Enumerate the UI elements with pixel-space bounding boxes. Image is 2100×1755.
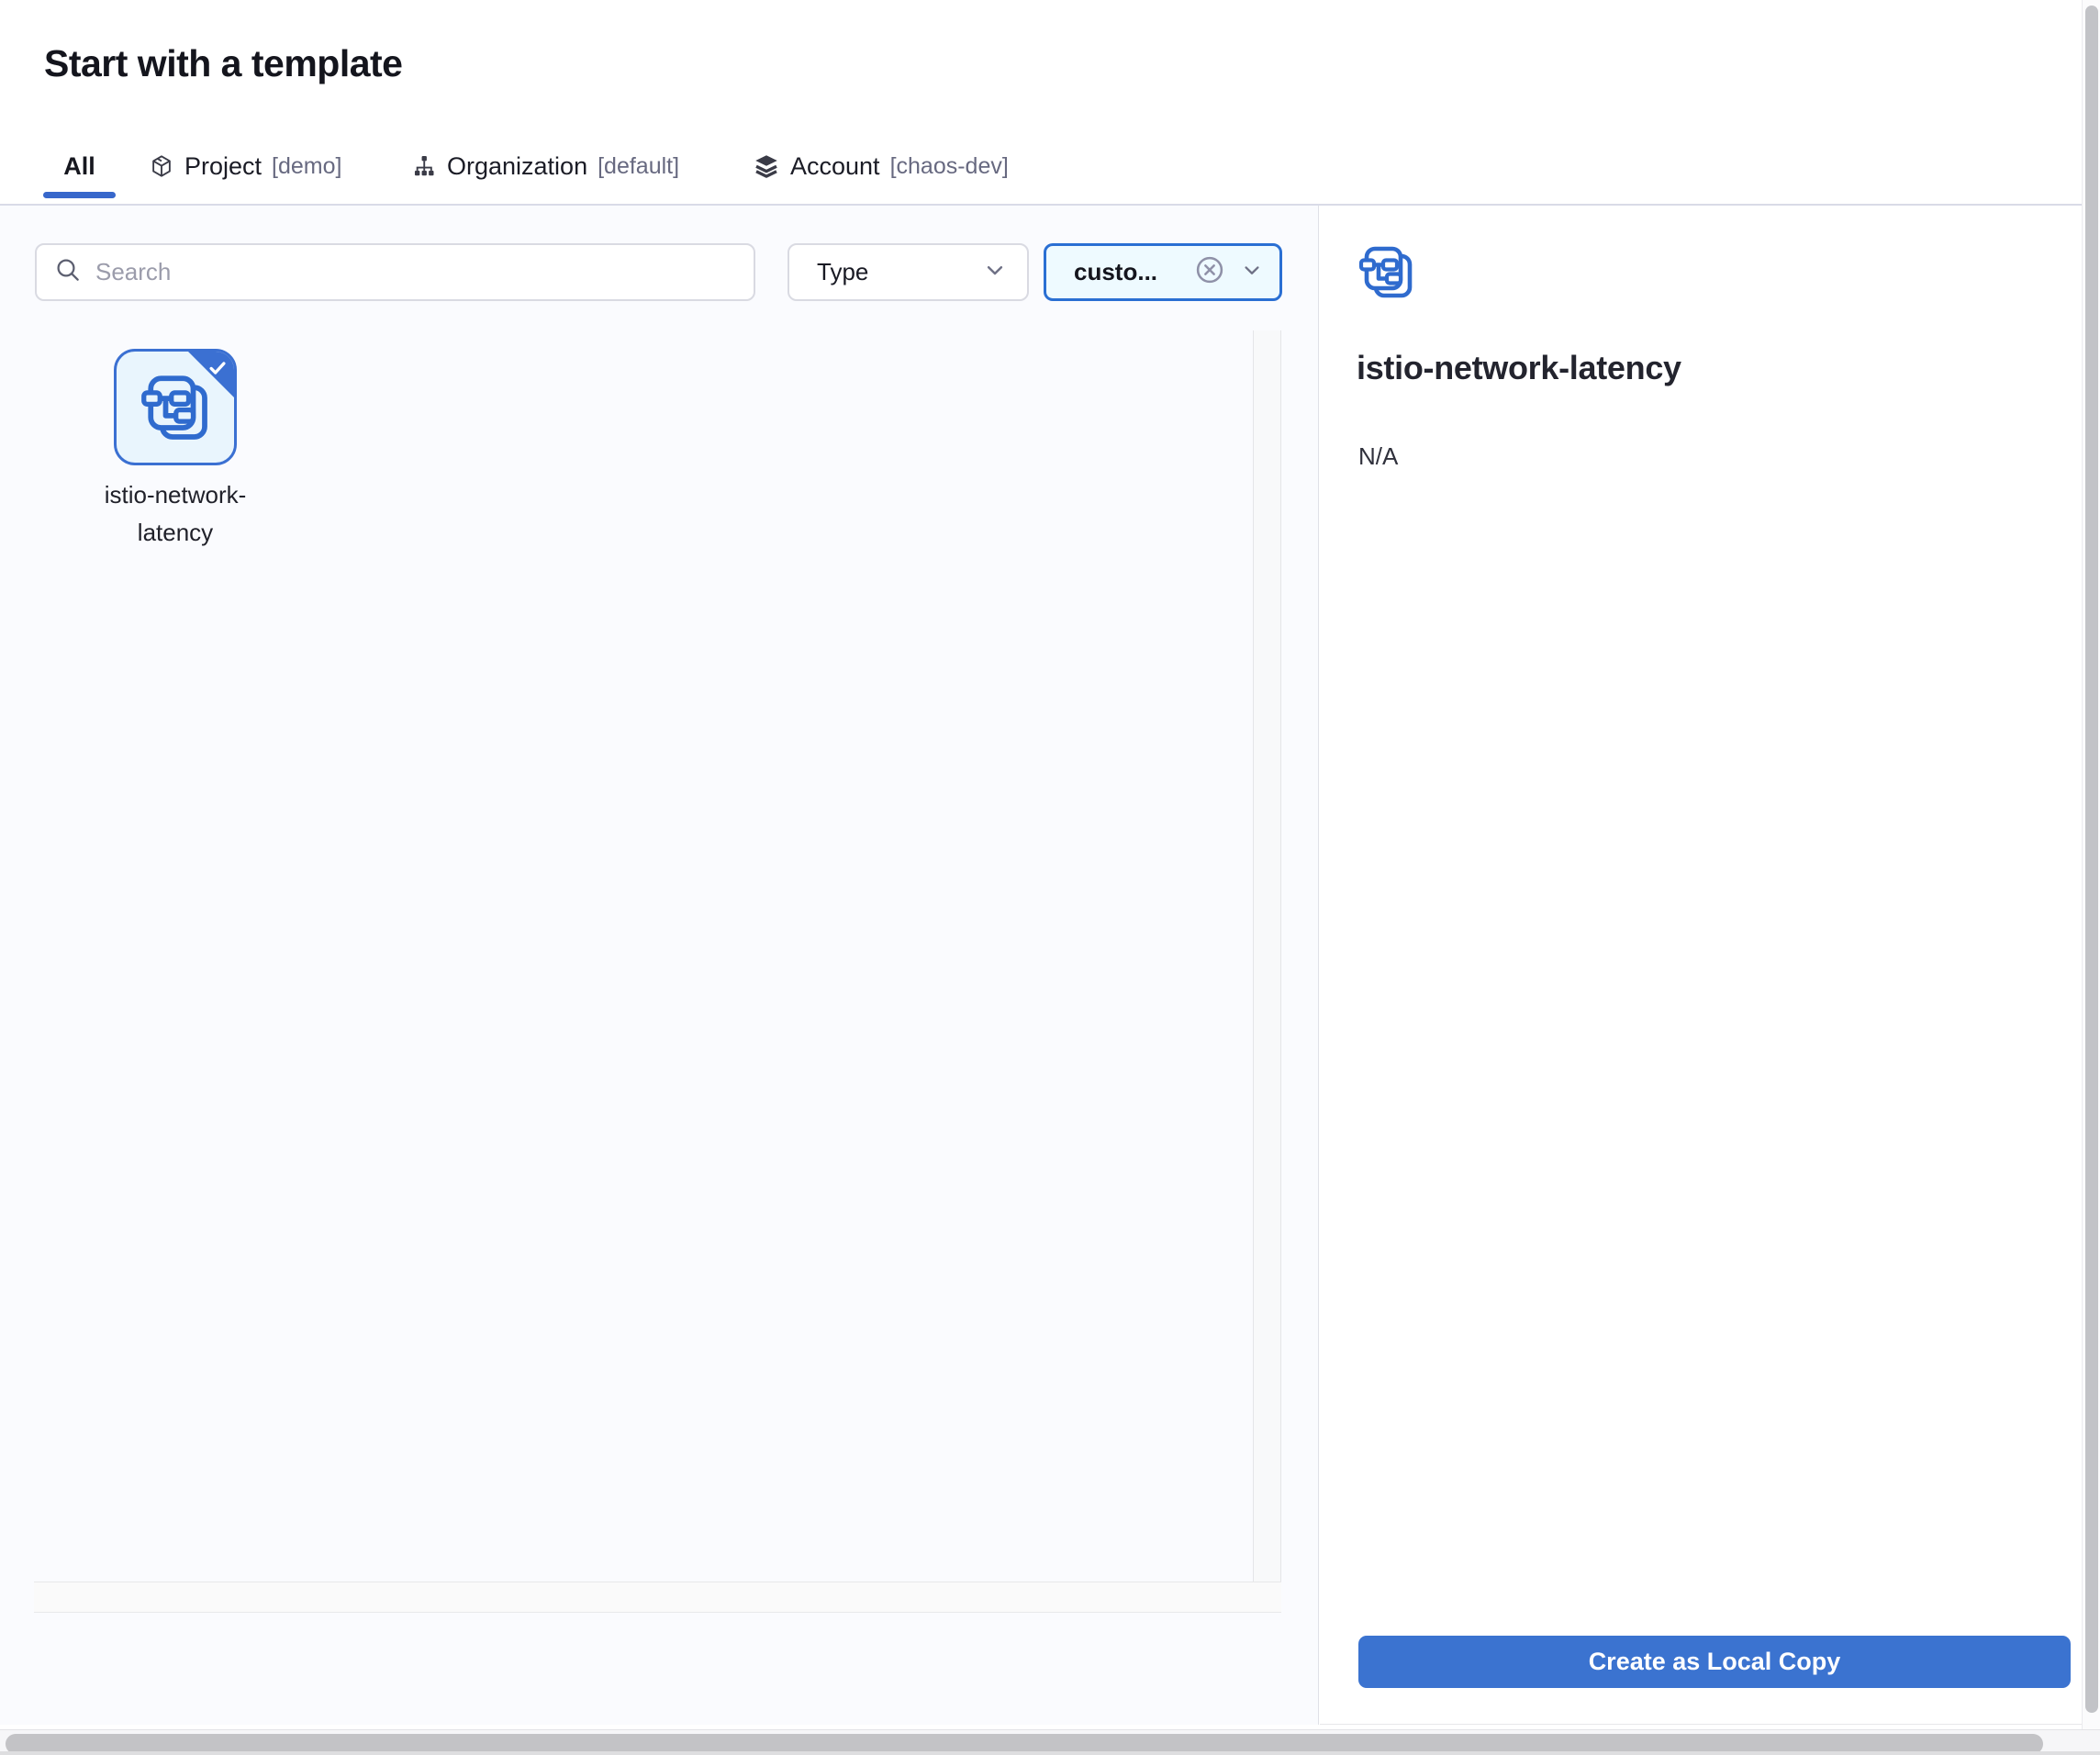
tab-all[interactable]: All	[43, 140, 116, 193]
template-grid-scrollbar-track[interactable]	[1253, 330, 1281, 1582]
template-card-label: istio-network-latency	[81, 476, 270, 552]
template-details-title: istio-network-latency	[1357, 349, 1681, 387]
tab-account-label: Account	[790, 152, 880, 181]
search-input[interactable]	[95, 258, 737, 286]
vertical-scrollbar-thumb[interactable]	[2085, 6, 2098, 1713]
tab-all-label: All	[63, 152, 95, 181]
tab-project[interactable]: Project [demo]	[149, 140, 341, 193]
tab-project-scope: [demo]	[272, 153, 341, 180]
tab-organization-label: Organization	[447, 152, 587, 181]
chevron-down-icon	[981, 256, 1009, 288]
tab-organization[interactable]: Organization [default]	[411, 140, 679, 193]
template-browser-panel: Type custo...	[0, 206, 1319, 1725]
search-icon	[53, 255, 83, 289]
active-tab-indicator	[43, 192, 116, 198]
window-bottom-edge	[0, 1751, 2100, 1755]
type-filter-label: Type	[817, 258, 981, 286]
checkmark-icon	[207, 358, 228, 383]
search-field[interactable]	[35, 243, 755, 301]
tab-organization-scope: [default]	[598, 153, 679, 180]
template-card-istio-network-latency[interactable]	[114, 349, 237, 465]
template-icon	[1358, 244, 1417, 307]
tab-project-label: Project	[184, 152, 262, 181]
tab-account-scope: [chaos-dev]	[890, 153, 1009, 180]
clear-filter-icon[interactable]	[1193, 253, 1226, 291]
tab-account[interactable]: Account [chaos-dev]	[753, 140, 1009, 193]
cube-icon	[149, 153, 174, 179]
hierarchy-icon	[411, 153, 437, 179]
type-filter-dropdown[interactable]: Type	[788, 243, 1029, 301]
create-as-local-copy-button[interactable]: Create as Local Copy	[1358, 1636, 2071, 1688]
layers-icon	[753, 152, 780, 180]
template-grid-footer	[34, 1582, 1281, 1613]
chevron-down-icon	[1239, 257, 1265, 287]
active-filter-label: custo...	[1074, 258, 1193, 286]
template-details-panel: istio-network-latency N/A Create as Loca…	[1320, 206, 2082, 1725]
template-details-description: N/A	[1358, 442, 1398, 471]
active-filter-dropdown[interactable]: custo...	[1044, 243, 1282, 301]
page-title: Start with a template	[44, 42, 402, 85]
